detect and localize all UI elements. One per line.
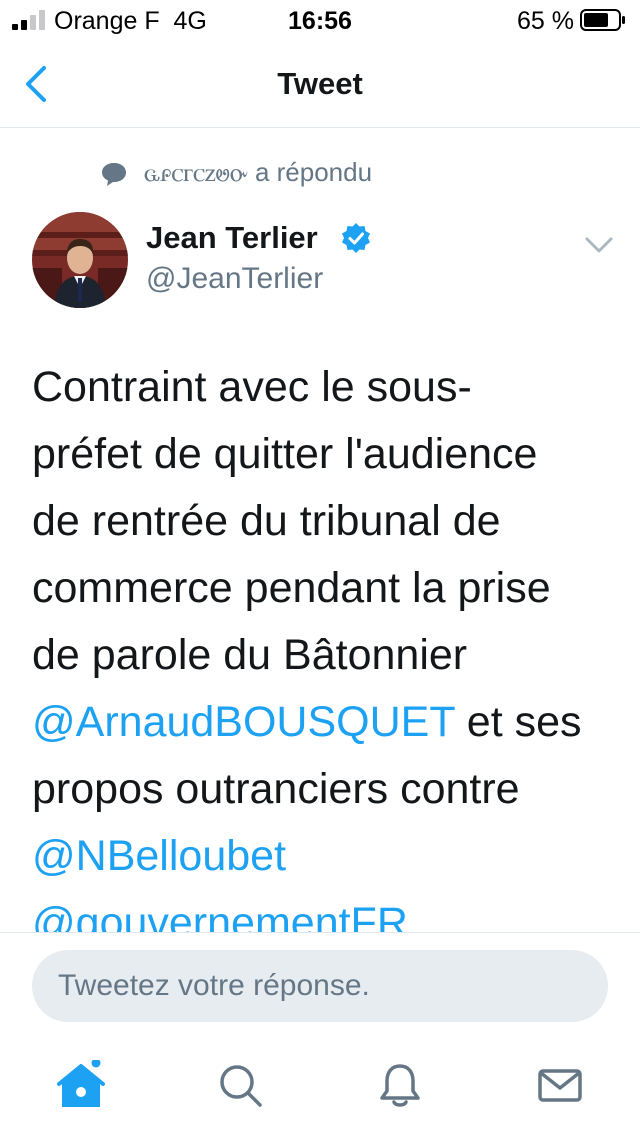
tweet-line: @NBelloubet: [32, 823, 622, 890]
battery-percentage: 65 %: [517, 7, 574, 35]
battery-icon: [580, 9, 625, 31]
bell-icon: [380, 1064, 420, 1107]
mention-link[interactable]: @ArnaudBOUSQUET: [32, 698, 455, 746]
tweet-line: de parole du Bâtonnier: [32, 622, 622, 689]
tweet-text-segment: propos outranciers contre: [32, 765, 520, 813]
tweet-line: Contraint avec le sous-: [32, 354, 622, 421]
tweet-line: préfet de quitter l'audience: [32, 421, 622, 488]
tab-notifications[interactable]: [375, 1060, 425, 1110]
tweet-line: commerce pendant la prise: [32, 555, 622, 622]
reply-context-text: ꮹꮅꮯꮁꮯꮓꮼꮕ a répondu: [144, 157, 373, 187]
status-bar: Orange F 4G 16:56 65 %: [0, 0, 640, 40]
envelope-icon: [538, 1069, 582, 1102]
speech-bubble-icon: [102, 163, 126, 186]
search-icon: [220, 1065, 262, 1107]
avatar-photo: [32, 212, 128, 308]
chevron-down-icon[interactable]: [582, 234, 616, 256]
tweet-text-segment: et ses: [454, 698, 582, 746]
tab-messages[interactable]: [535, 1060, 585, 1110]
tweet-line: de rentrée du tribunal de: [32, 488, 622, 555]
author-name[interactable]: Jean Terlier: [146, 220, 318, 256]
tweet-text: Contraint avec le sous-préfet de quitter…: [32, 354, 622, 932]
author-handle[interactable]: @JeanTerlier: [146, 262, 323, 296]
tweet-text-segment: commerce pendant la prise: [32, 564, 551, 612]
mention-link[interactable]: @NBelloubet: [32, 832, 286, 880]
navigation-bar: Tweet: [0, 40, 640, 128]
tweet-line: @ArnaudBOUSQUET et ses: [32, 689, 622, 756]
tweet-text-segment: de rentrée du tribunal de: [32, 497, 501, 545]
tab-bar: [0, 1040, 640, 1136]
tab-home[interactable]: [56, 1058, 106, 1110]
tab-search[interactable]: [215, 1060, 265, 1110]
reply-input-placeholder: Tweetez votre réponse.: [58, 969, 370, 1002]
tweet-text-segment: de parole du Bâtonnier: [32, 631, 468, 679]
tweet-line: @gouvernementFR: [32, 890, 622, 932]
home-icon: [57, 1058, 105, 1107]
tweet-text-segment: Contraint avec le sous-: [32, 363, 472, 411]
avatar[interactable]: [32, 212, 128, 308]
reply-input[interactable]: Tweetez votre réponse.: [32, 950, 608, 1022]
divider: [0, 932, 640, 933]
mention-link[interactable]: @gouvernementFR: [32, 899, 408, 932]
tweet-line: propos outranciers contre: [32, 756, 622, 823]
tweet-text-segment: préfet de quitter l'audience: [32, 430, 538, 478]
page-title: Tweet: [277, 66, 363, 101]
verified-badge-icon: [342, 223, 370, 253]
